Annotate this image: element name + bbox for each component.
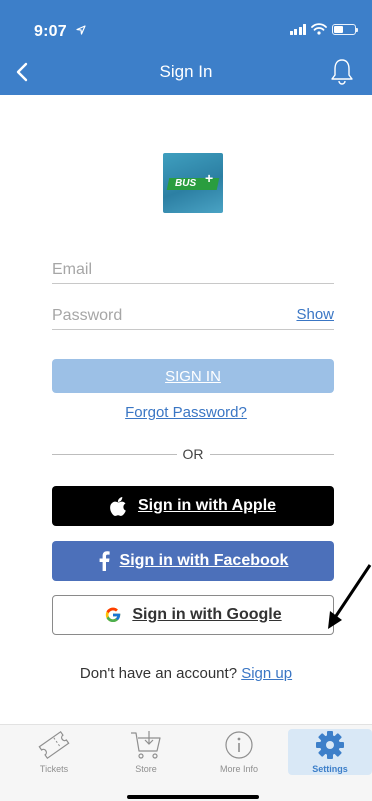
or-label: OR <box>182 446 204 462</box>
forgot-password-link[interactable]: Forgot Password? <box>0 404 372 421</box>
sign-in-apple-label: Sign in with Apple <box>137 497 277 514</box>
gear-icon <box>316 731 344 759</box>
info-icon <box>225 731 253 759</box>
show-password-link[interactable]: Show <box>296 306 334 323</box>
annotation-arrow <box>328 564 372 629</box>
password-input[interactable] <box>52 304 334 328</box>
divider-line <box>209 453 334 455</box>
home-indicator <box>127 795 259 799</box>
logo-plus-icon: + <box>205 170 214 186</box>
sign-in-facebook-label: Sign in with Facebook <box>119 552 289 569</box>
notifications-button[interactable] <box>328 56 356 88</box>
apple-icon <box>110 497 126 516</box>
tab-settings-label: Settings <box>312 764 348 774</box>
location-arrow-icon <box>76 25 86 35</box>
signup-row: Don't have an account? Sign up <box>0 665 372 682</box>
tab-store[interactable]: Store <box>104 729 188 775</box>
tab-settings[interactable]: Settings <box>288 729 372 775</box>
signup-prompt: Don't have an account? <box>79 665 238 682</box>
facebook-icon <box>99 551 110 571</box>
tab-more-info-label: More Info <box>219 764 259 774</box>
tab-more-info[interactable]: More Info <box>197 729 281 775</box>
page-title: Sign In <box>159 62 213 81</box>
sign-up-link[interactable]: Sign up <box>241 665 292 682</box>
app-logo: BUS + <box>163 153 223 213</box>
google-icon <box>106 607 121 623</box>
ticket-icon <box>38 730 70 760</box>
signal-icon <box>289 23 306 35</box>
tab-tickets[interactable]: Tickets <box>12 729 96 775</box>
tab-bar: Tickets Store More Info Settings <box>0 724 372 801</box>
sign-in-google-label: Sign in with Google <box>132 606 282 623</box>
status-indicators <box>289 23 358 35</box>
email-input[interactable] <box>52 258 334 282</box>
tab-store-label: Store <box>135 764 157 774</box>
email-field[interactable] <box>52 258 334 284</box>
logo-text: BUS <box>175 178 197 189</box>
sign-in-facebook-button[interactable]: Sign in with Facebook <box>52 541 334 581</box>
battery-icon <box>332 23 358 35</box>
bell-icon <box>331 59 353 85</box>
cart-icon <box>131 731 161 759</box>
app-header: 9:07 Sign In <box>0 0 372 95</box>
status-time: 9:07 <box>34 23 67 40</box>
tab-tickets-label: Tickets <box>39 764 69 774</box>
wifi-icon <box>311 23 327 35</box>
sign-in-apple-button[interactable]: Sign in with Apple <box>52 486 334 526</box>
sign-in-google-button[interactable]: Sign in with Google <box>52 595 334 635</box>
or-divider: OR <box>52 446 334 462</box>
sign-in-button[interactable]: SIGN IN <box>52 359 334 393</box>
divider-line <box>52 453 177 455</box>
password-field[interactable]: Show <box>52 304 334 330</box>
